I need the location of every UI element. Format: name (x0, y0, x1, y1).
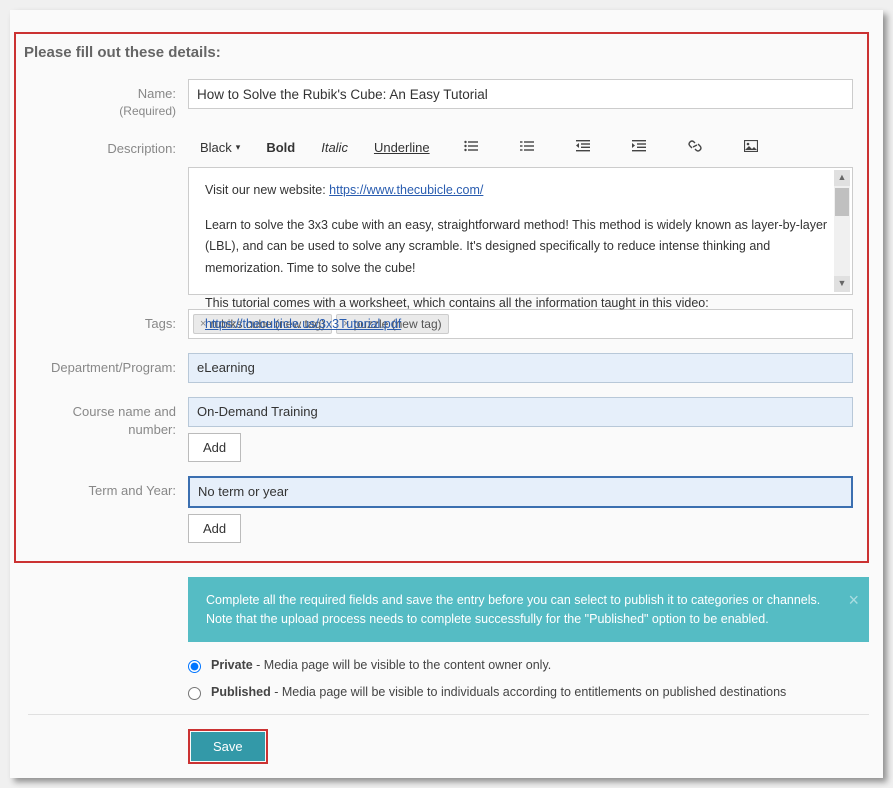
name-row: Name: (Required) (24, 79, 853, 120)
private-desc: - Media page will be visible to the cont… (253, 658, 552, 672)
term-row: Term and Year: Add (24, 476, 853, 543)
divider (28, 714, 869, 715)
department-row: Department/Program: (24, 353, 853, 383)
term-field-wrap: Add (188, 476, 853, 543)
chevron-down-icon: ▾ (236, 142, 241, 153)
outdent-icon[interactable] (568, 140, 598, 155)
term-label: Term and Year: (24, 476, 188, 500)
description-field-wrap: Black ▾ Bold Italic Underline (188, 134, 853, 295)
website-link[interactable]: https://www.thecubicle.com/ (329, 183, 483, 197)
bullet-list-icon[interactable] (456, 140, 486, 155)
department-input[interactable] (188, 353, 853, 383)
published-desc: - Media page will be visible to individu… (271, 685, 787, 699)
desc-intro: Visit our new website: (205, 183, 329, 197)
course-row: Course name and number: Add (24, 397, 853, 462)
info-banner-text: Complete all the required fields and sav… (206, 593, 820, 626)
scroll-up-icon[interactable]: ▲ (834, 170, 850, 186)
radio-published: Published - Media page will be visible t… (188, 685, 869, 700)
name-label-text: Name: (138, 86, 176, 101)
close-icon[interactable]: × (848, 587, 859, 614)
name-label: Name: (Required) (24, 79, 188, 120)
form-container: Please fill out these details: Name: (Re… (10, 10, 883, 778)
save-button[interactable]: Save (191, 732, 265, 761)
add-course-button[interactable]: Add (188, 433, 241, 462)
scroll-down-icon[interactable]: ▼ (834, 276, 850, 292)
department-label: Department/Program: (24, 353, 188, 377)
details-section: Please fill out these details: Name: (Re… (14, 32, 869, 563)
published-label: Published (211, 685, 271, 699)
private-label-wrap: Private - Media page will be visible to … (211, 658, 551, 672)
course-input[interactable] (188, 397, 853, 427)
published-label-wrap: Published - Media page will be visible t… (211, 685, 786, 699)
italic-button[interactable]: Italic (321, 140, 348, 155)
term-input[interactable] (188, 476, 853, 508)
published-radio[interactable] (188, 687, 201, 700)
richtext-toolbar: Black ▾ Bold Italic Underline (188, 134, 853, 161)
scrollbar-thumb[interactable] (835, 188, 849, 216)
add-term-button[interactable]: Add (188, 514, 241, 543)
info-banner: Complete all the required fields and sav… (188, 577, 869, 643)
editor-scrollbar[interactable]: ▲ ▼ (834, 170, 850, 292)
section-title: Please fill out these details: (24, 44, 853, 61)
underline-button[interactable]: Underline (374, 140, 430, 155)
link-icon[interactable] (680, 140, 710, 155)
department-field-wrap (188, 353, 853, 383)
desc-para1: Learn to solve the 3x3 cube with an easy… (205, 215, 836, 279)
indent-icon[interactable] (624, 140, 654, 155)
course-label: Course name and number: (24, 397, 188, 439)
description-content[interactable]: Visit our new website: https://www.thecu… (197, 176, 844, 354)
save-highlight: Save (188, 729, 268, 764)
numbered-list-icon[interactable] (512, 140, 542, 155)
description-editor[interactable]: Visit our new website: https://www.thecu… (188, 167, 853, 295)
tags-label: Tags: (24, 309, 188, 333)
course-field-wrap: Add (188, 397, 853, 462)
name-field-wrap (188, 79, 853, 109)
private-radio[interactable] (188, 660, 201, 673)
radio-private: Private - Media page will be visible to … (188, 658, 869, 673)
visibility-radio-group: Private - Media page will be visible to … (188, 658, 869, 700)
color-picker[interactable]: Black ▾ (200, 140, 240, 155)
name-input[interactable] (188, 79, 853, 109)
tutorial-pdf-link[interactable]: https://thecubicle.us/3x3Tutorial.pdf (205, 317, 401, 331)
color-label: Black (200, 140, 232, 155)
bold-button[interactable]: Bold (266, 140, 295, 155)
private-label: Private (211, 658, 253, 672)
image-icon[interactable] (736, 140, 766, 155)
required-label: (Required) (24, 103, 176, 120)
description-row: Description: Black ▾ Bold Italic Underli… (24, 134, 853, 295)
desc-para2a: This tutorial comes with a worksheet, wh… (205, 296, 709, 310)
description-label: Description: (24, 134, 188, 158)
